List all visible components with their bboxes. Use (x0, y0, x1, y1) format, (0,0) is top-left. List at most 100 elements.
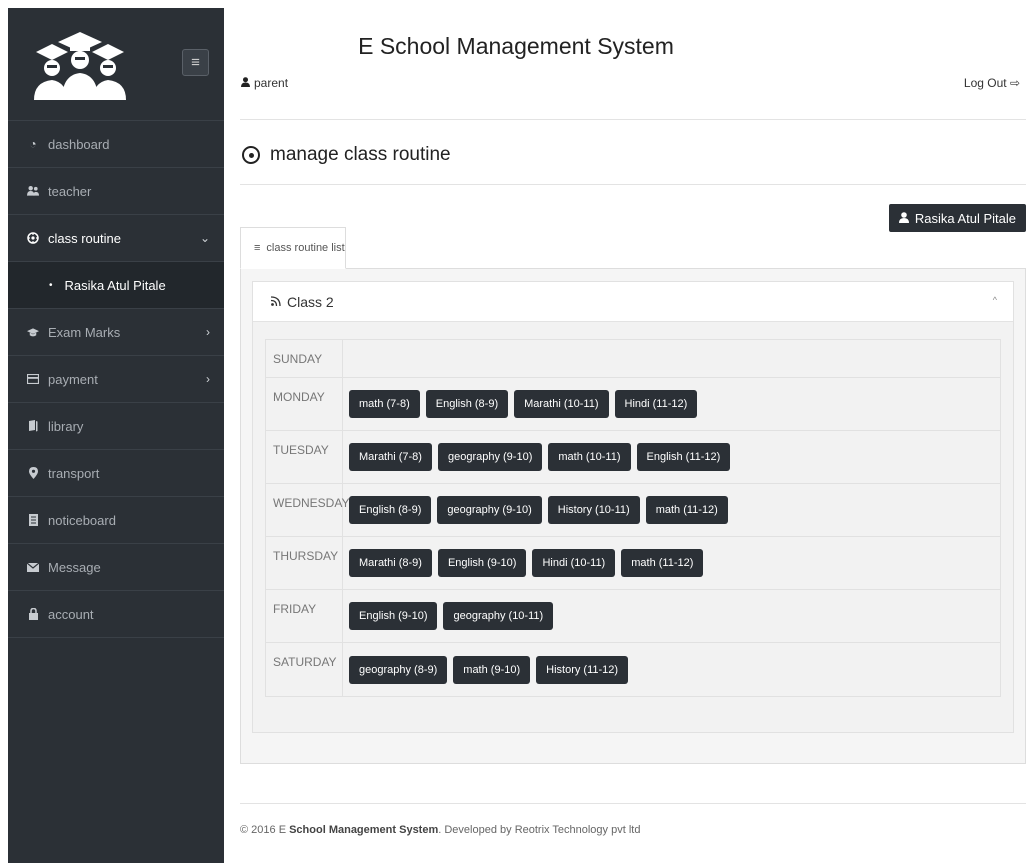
period-button[interactable]: Hindi (11-12) (614, 390, 698, 418)
day-label: FRIDAY (266, 590, 343, 642)
page-title-text: manage class routine (270, 144, 451, 165)
envelope-icon (27, 562, 39, 572)
period-button[interactable]: math (11-12) (621, 549, 704, 577)
sidebar-subitem-label: Rasika Atul Pitale (64, 277, 166, 293)
period-button[interactable]: English (8-9) (349, 496, 432, 524)
app-title: E School Management System (0, 33, 1032, 60)
list-icon: ≡ (254, 242, 261, 254)
user-icon (898, 211, 909, 226)
footer-brand: School Management System (289, 824, 439, 836)
sidebar-item-label: transport (48, 465, 100, 481)
routine-row: MONDAY math (7-8) English (8-9) Marathi … (266, 378, 1000, 431)
sidebar-item-account[interactable]: account (8, 591, 224, 638)
sidebar-item-label: teacher (48, 183, 92, 199)
period-button[interactable]: English (11-12) (636, 443, 731, 471)
routine-row: SUNDAY (266, 340, 1000, 378)
period-button[interactable]: math (11-12) (645, 496, 728, 524)
sidebar-item-noticeboard[interactable]: noticeboard (8, 497, 224, 544)
tab-class-routine-list[interactable]: ≡ class routine list (240, 227, 346, 269)
day-label: MONDAY (266, 378, 343, 430)
notice-icon (27, 514, 39, 526)
sidebar-item-transport[interactable]: transport (8, 450, 224, 497)
day-label: SUNDAY (266, 340, 343, 377)
user-role: parent (254, 76, 289, 90)
book-icon (27, 420, 39, 432)
period-button[interactable]: math (7-8) (349, 390, 420, 418)
sidebar-item-message[interactable]: Message (8, 544, 224, 591)
period-button[interactable]: Hindi (10-11) (532, 549, 616, 577)
sidebar-item-teacher[interactable]: teacher (8, 168, 224, 215)
routine-row: TUESDAY Marathi (7-8) geography (9-10) m… (266, 431, 1000, 484)
app-title-text: E School Management System (358, 33, 674, 59)
period-button[interactable]: geography (8-9) (349, 655, 448, 684)
collapse-icon[interactable]: ^ (993, 295, 997, 305)
routine-row: THURSDAY Marathi (8-9) English (9-10) Hi… (266, 537, 1000, 590)
user-icon (241, 76, 250, 90)
logout-link[interactable]: Log Out ⇨ (964, 76, 1020, 90)
dot-circle-icon (242, 146, 260, 164)
divider (240, 119, 1026, 120)
chevron-right-icon: › (206, 325, 210, 339)
routine-row: SATURDAY geography (8-9) math (9-10) His… (266, 643, 1000, 696)
period-button[interactable]: geography (10-11) (443, 602, 554, 630)
period-list: math (7-8) English (8-9) Marathi (10-11)… (343, 378, 1000, 430)
footer-company-link[interactable]: Reotrix Technology pvt ltd (515, 824, 641, 836)
student-select-button[interactable]: Rasika Atul Pitale (888, 204, 1026, 232)
period-button[interactable]: math (9-10) (453, 655, 531, 684)
graduation-cap-icon (27, 327, 39, 338)
sidebar-item-label: dashboard (48, 136, 110, 152)
period-button[interactable]: English (8-9) (425, 390, 509, 418)
panel-title: Class 2 (287, 293, 334, 310)
footer-prefix: © 2016 E (240, 824, 290, 836)
period-button[interactable]: math (10-11) (548, 443, 631, 471)
footer-middle: . Developed by (438, 824, 515, 836)
period-button[interactable]: Marathi (8-9) (349, 549, 432, 577)
sidebar-item-exam-marks[interactable]: Exam Marks › (8, 309, 224, 356)
period-button[interactable]: geography (9-10) (437, 443, 543, 471)
panel-header[interactable]: Class 2 ^ (253, 282, 1013, 322)
current-user: parent (241, 76, 288, 90)
target-icon (27, 232, 39, 244)
period-list: geography (8-9) math (9-10) History (11-… (343, 643, 1000, 696)
period-button[interactable]: History (11-12) (536, 655, 629, 684)
period-list: Marathi (7-8) geography (9-10) math (10-… (343, 431, 1000, 483)
logo-area: ≡ (8, 8, 224, 121)
sidebar-item-label: account (48, 606, 94, 622)
chevron-down-icon: ⌄ (199, 231, 210, 245)
tab-content: Class 2 ^ SUNDAY MONDAY math (7-8) Engli… (240, 268, 1026, 764)
sidebar-item-label: noticeboard (48, 512, 116, 528)
class-panel: Class 2 ^ SUNDAY MONDAY math (7-8) Engli… (252, 281, 1014, 733)
sidebar-item-label: Message (48, 559, 101, 575)
sign-out-icon: ⇨ (1009, 76, 1020, 90)
sidebar-item-payment[interactable]: payment › (8, 356, 224, 403)
sidebar-item-label: library (48, 418, 84, 434)
footer: © 2016 E School Management System. Devel… (240, 824, 640, 836)
period-list: English (8-9) geography (9-10) History (… (343, 484, 1000, 536)
logout-label: Log Out (963, 76, 1007, 90)
sidebar-item-label: payment (48, 371, 98, 387)
sidebar-item-class-routine[interactable]: class routine ⌄ (8, 215, 224, 262)
sidebar-item-dashboard[interactable]: ◔ dashboard (8, 121, 224, 168)
sidebar-item-label: Exam Marks (48, 324, 121, 340)
day-label: SATURDAY (266, 643, 343, 696)
sidebar-item-library[interactable]: library (8, 403, 224, 450)
divider (240, 184, 1026, 185)
credit-card-icon (27, 374, 39, 384)
period-button[interactable]: History (10-11) (547, 496, 640, 524)
period-button[interactable]: Marathi (10-11) (514, 390, 609, 418)
period-button[interactable]: Marathi (7-8) (349, 443, 432, 471)
routine-table: SUNDAY MONDAY math (7-8) English (8-9) M… (265, 339, 1001, 697)
routine-row: WEDNESDAY English (8-9) geography (9-10)… (266, 484, 1000, 537)
period-button[interactable]: English (9-10) (437, 549, 527, 577)
gauge-icon: ◔ (29, 137, 37, 151)
period-list (343, 340, 1000, 377)
day-label: TUESDAY (266, 431, 343, 483)
period-button[interactable]: geography (9-10) (437, 496, 542, 524)
routine-row: FRIDAY English (9-10) geography (10-11) (266, 590, 1000, 643)
bullet-icon: • (49, 279, 53, 291)
tab-label: class routine list (266, 242, 345, 254)
page-title: manage class routine (242, 144, 451, 166)
sidebar-subitem-student[interactable]: • Rasika Atul Pitale (8, 262, 224, 309)
day-label: WEDNESDAY (266, 484, 349, 536)
period-button[interactable]: English (9-10) (349, 602, 438, 630)
